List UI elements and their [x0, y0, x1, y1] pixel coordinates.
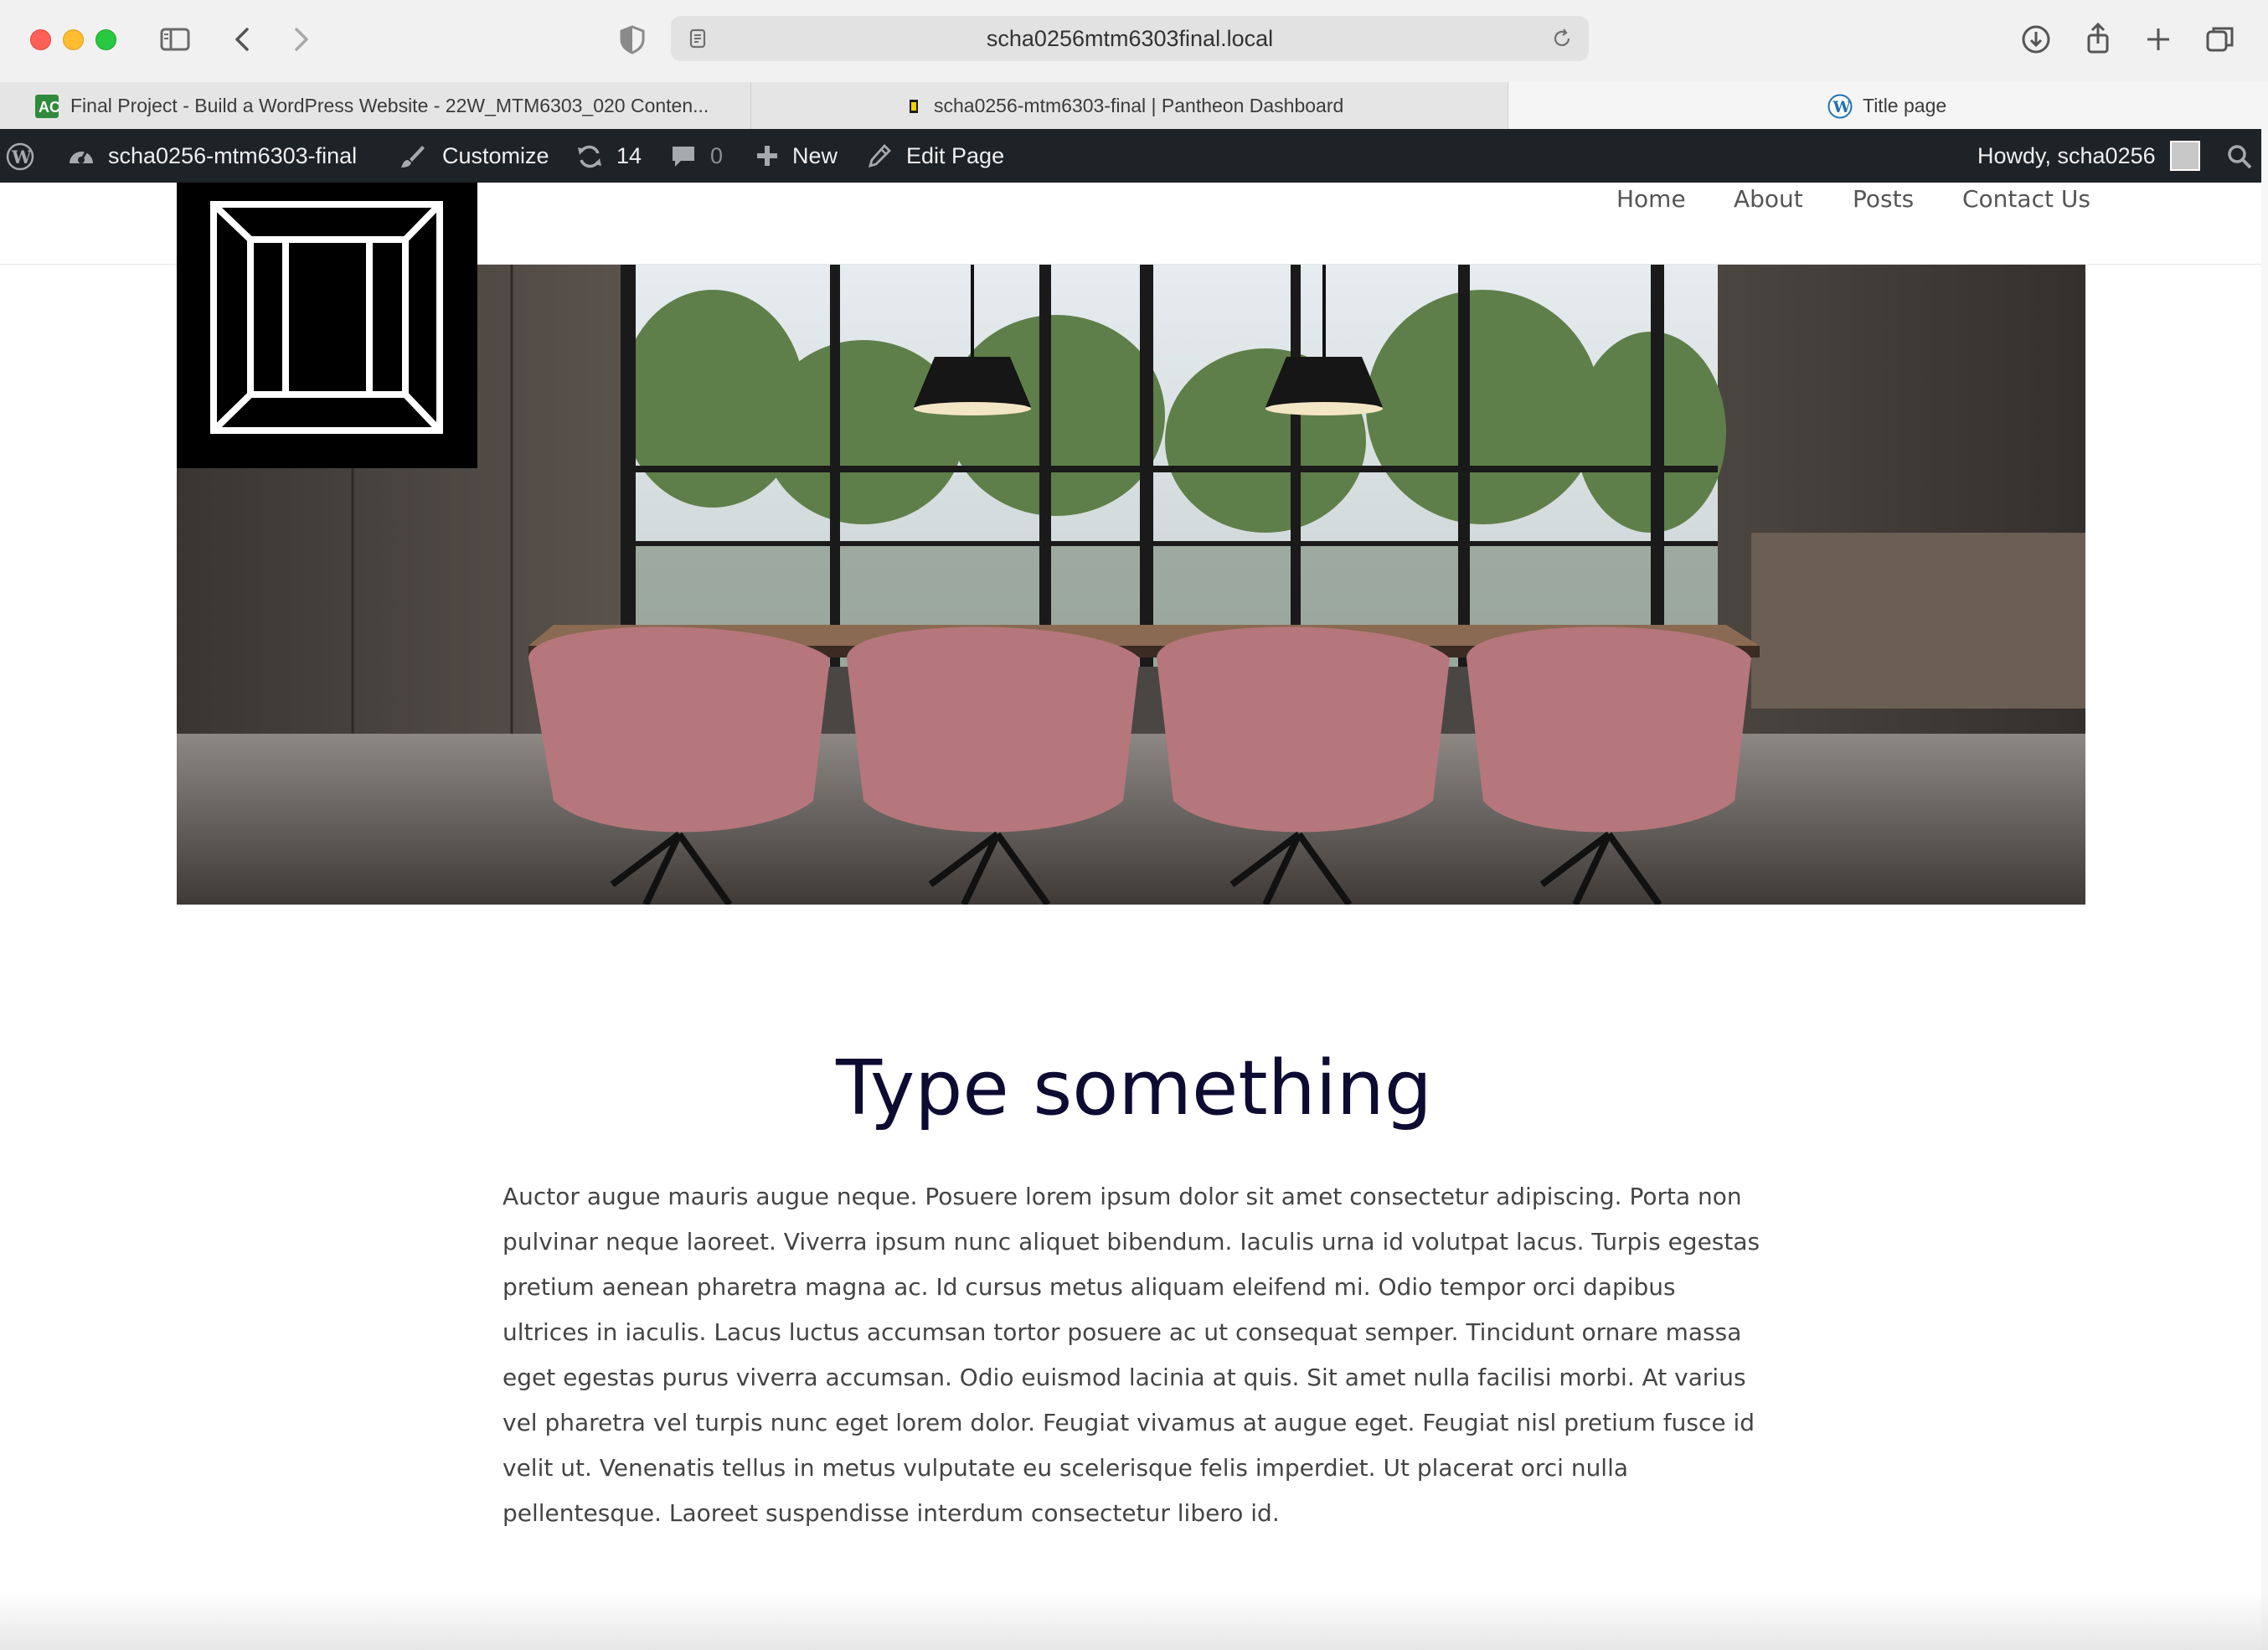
minimize-window-button[interactable]: [63, 29, 84, 50]
tab-bar: AC Final Project - Build a WordPress Web…: [0, 82, 2268, 130]
search-icon: [2228, 145, 2252, 169]
wp-admin-bar: W scha0256-mtm6303-final Customize 14 0 …: [0, 129, 2268, 183]
svg-text:W: W: [11, 147, 32, 168]
howdy-label: Howdy, scha0256: [1977, 143, 2156, 168]
back-icon[interactable]: [224, 20, 262, 59]
tab-label: Title page: [1863, 95, 1947, 116]
canvas-icon: AC: [35, 95, 59, 118]
tab-final-project[interactable]: AC Final Project - Build a WordPress Web…: [0, 82, 751, 129]
downloads-icon[interactable]: [2017, 20, 2055, 59]
wordpress-logo-icon: W: [6, 142, 34, 171]
svg-text:AC: AC: [39, 99, 59, 116]
edit-page-label: Edit Page: [906, 143, 1005, 168]
customize-link[interactable]: Customize: [399, 129, 549, 183]
zoom-window-button[interactable]: [95, 29, 116, 50]
reload-icon[interactable]: [1550, 27, 1574, 50]
tab-label: Final Project - Build a WordPress Websit…: [70, 95, 709, 116]
dashboard-gauge-icon: [70, 151, 93, 163]
cube-logo-icon: [210, 201, 443, 434]
footer-shadow: [0, 1591, 2268, 1650]
avatar[interactable]: [2170, 141, 2200, 171]
wordpress-icon: W: [1827, 94, 1853, 119]
tab-overview-icon[interactable]: [2201, 20, 2240, 59]
site-logo[interactable]: [177, 183, 477, 468]
nav-item-contact-us[interactable]: Contact Us: [1962, 183, 2090, 213]
url-text: scha0256mtm6303final.local: [986, 26, 1274, 51]
comment-bubble-icon: [673, 147, 694, 167]
new-tab-icon[interactable]: [2139, 20, 2178, 59]
new-content-menu[interactable]: New: [755, 129, 838, 183]
plus-icon: [757, 146, 777, 166]
paintbrush-icon: [401, 146, 425, 168]
my-account-menu[interactable]: Howdy, scha0256: [1977, 129, 2156, 183]
pencil-icon: [868, 143, 891, 168]
pantheon-icon: [910, 100, 918, 113]
updates-count: 14: [616, 143, 642, 168]
customize-label: Customize: [442, 143, 549, 168]
close-window-button[interactable]: [30, 29, 51, 50]
window-edge: [2261, 129, 2268, 1650]
tab-pantheon-dashboard[interactable]: scha0256-mtm6303-final | Pantheon Dashbo…: [751, 82, 1508, 129]
comments-count: 0: [710, 143, 724, 168]
new-label: New: [792, 143, 838, 168]
site-name-menu[interactable]: scha0256-mtm6303-final: [67, 129, 357, 183]
page-title: Type something: [836, 1044, 1432, 1132]
nav-item-about[interactable]: About: [1734, 183, 1803, 213]
wp-logo-menu[interactable]: W: [0, 129, 50, 183]
page-body-text: Auctor augue mauris augue neque. Posuere…: [503, 1183, 1760, 1527]
updates-link[interactable]: 14: [575, 129, 642, 183]
forward-icon[interactable]: [281, 20, 320, 59]
tab-title-page[interactable]: W Title page: [1508, 82, 2268, 129]
privacy-shield-icon[interactable]: [613, 20, 652, 59]
svg-text:W: W: [1832, 98, 1852, 116]
sidebar-toggle-icon[interactable]: [156, 20, 194, 59]
site-name-label: scha0256-mtm6303-final: [108, 143, 358, 168]
admin-search-button[interactable]: [2224, 129, 2258, 183]
browser-toolbar: scha0256mtm6303final.local: [0, 0, 2268, 83]
address-bar[interactable]: scha0256mtm6303final.local: [671, 16, 1589, 61]
edit-page-link[interactable]: Edit Page: [867, 129, 1004, 183]
tab-label: scha0256-mtm6303-final | Pantheon Dashbo…: [934, 95, 1344, 116]
nav-item-home[interactable]: Home: [1616, 183, 1686, 213]
comments-link[interactable]: 0: [670, 129, 723, 183]
share-icon[interactable]: [2079, 20, 2117, 59]
updates-icon: [578, 145, 601, 168]
nav-item-posts[interactable]: Posts: [1853, 183, 1914, 213]
